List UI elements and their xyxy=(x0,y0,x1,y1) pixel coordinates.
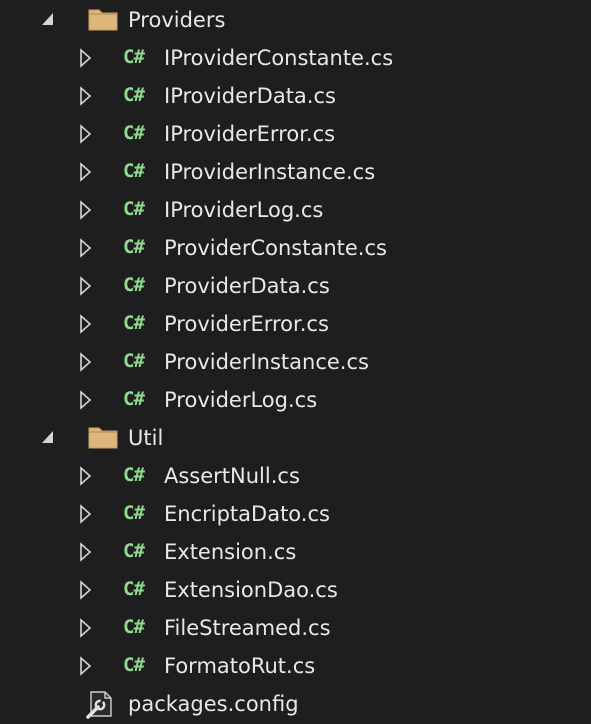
file-label: FileStreamed.cs xyxy=(164,616,331,640)
folder-providers[interactable]: Providers xyxy=(0,1,591,39)
file-label: AssertNull.cs xyxy=(164,464,300,488)
folder-label: Util xyxy=(128,426,164,450)
csharp-file-icon: C# xyxy=(123,122,145,144)
file-item[interactable]: C# Extension.cs xyxy=(0,533,591,571)
csharp-file-icon: C# xyxy=(123,198,145,220)
expanded-arrow-icon[interactable] xyxy=(41,428,55,448)
collapsed-arrow-icon[interactable] xyxy=(79,314,93,334)
file-label: Extension.cs xyxy=(164,540,297,564)
csharp-file-icon: C# xyxy=(123,578,145,600)
collapsed-arrow-icon[interactable] xyxy=(79,352,93,372)
csharp-file-icon: C# xyxy=(123,502,145,524)
file-label: IProviderError.cs xyxy=(164,122,336,146)
file-label: IProviderData.cs xyxy=(164,84,336,108)
file-label: ProviderConstante.cs xyxy=(164,236,387,260)
file-item[interactable]: C# ProviderLog.cs xyxy=(0,381,591,419)
csharp-file-icon: C# xyxy=(123,350,145,372)
file-label: EncriptaDato.cs xyxy=(164,502,330,526)
file-label: IProviderInstance.cs xyxy=(164,160,376,184)
file-item[interactable]: C# IProviderLog.cs xyxy=(0,191,591,229)
file-label: ProviderError.cs xyxy=(164,312,329,336)
file-item[interactable]: C# ProviderConstante.cs xyxy=(0,229,591,267)
config-wrench-icon xyxy=(85,690,117,720)
collapsed-arrow-icon[interactable] xyxy=(79,504,93,524)
file-item[interactable]: C# ProviderInstance.cs xyxy=(0,343,591,381)
collapsed-arrow-icon[interactable] xyxy=(79,48,93,68)
csharp-file-icon: C# xyxy=(123,312,145,334)
collapsed-arrow-icon[interactable] xyxy=(79,276,93,296)
file-label: packages.config xyxy=(128,692,299,716)
file-item[interactable]: C# EncriptaDato.cs xyxy=(0,495,591,533)
collapsed-arrow-icon[interactable] xyxy=(79,124,93,144)
csharp-file-icon: C# xyxy=(123,616,145,638)
collapsed-arrow-icon[interactable] xyxy=(79,200,93,220)
file-item[interactable]: C# ExtensionDao.cs xyxy=(0,571,591,609)
file-item[interactable]: C# AssertNull.cs xyxy=(0,457,591,495)
file-item[interactable]: C# FormatoRut.cs xyxy=(0,647,591,685)
collapsed-arrow-icon[interactable] xyxy=(79,542,93,562)
collapsed-arrow-icon[interactable] xyxy=(79,656,93,676)
file-item[interactable]: C# IProviderInstance.cs xyxy=(0,153,591,191)
folder-util[interactable]: Util xyxy=(0,419,591,457)
csharp-file-icon: C# xyxy=(123,236,145,258)
collapsed-arrow-icon[interactable] xyxy=(79,238,93,258)
file-item[interactable]: C# ProviderError.cs xyxy=(0,305,591,343)
file-item[interactable]: C# ProviderData.cs xyxy=(0,267,591,305)
file-item[interactable]: C# FileStreamed.cs xyxy=(0,609,591,647)
file-label: ProviderData.cs xyxy=(164,274,330,298)
solution-explorer-tree: Providers C# IProviderConstante.cs C# IP… xyxy=(0,0,591,724)
csharp-file-icon: C# xyxy=(123,84,145,106)
collapsed-arrow-icon[interactable] xyxy=(79,162,93,182)
csharp-file-icon: C# xyxy=(123,388,145,410)
file-label: IProviderLog.cs xyxy=(164,198,324,222)
csharp-file-icon: C# xyxy=(123,46,145,68)
file-label: ExtensionDao.cs xyxy=(164,578,338,602)
folder-icon xyxy=(88,425,118,449)
folder-label: Providers xyxy=(128,8,226,32)
file-label: FormatoRut.cs xyxy=(164,654,316,678)
file-label: IProviderConstante.cs xyxy=(164,46,394,70)
expanded-arrow-icon[interactable] xyxy=(41,10,55,30)
csharp-file-icon: C# xyxy=(123,160,145,182)
csharp-file-icon: C# xyxy=(123,654,145,676)
file-item[interactable]: C# IProviderData.cs xyxy=(0,77,591,115)
collapsed-arrow-icon[interactable] xyxy=(79,466,93,486)
collapsed-arrow-icon[interactable] xyxy=(79,86,93,106)
file-item[interactable]: C# IProviderConstante.cs xyxy=(0,39,591,77)
csharp-file-icon: C# xyxy=(123,274,145,296)
folder-icon xyxy=(88,7,118,31)
collapsed-arrow-icon[interactable] xyxy=(79,580,93,600)
file-packages-config[interactable]: packages.config xyxy=(0,685,591,723)
collapsed-arrow-icon[interactable] xyxy=(79,390,93,410)
file-label: ProviderLog.cs xyxy=(164,388,318,412)
csharp-file-icon: C# xyxy=(123,464,145,486)
file-item[interactable]: C# IProviderError.cs xyxy=(0,115,591,153)
csharp-file-icon: C# xyxy=(123,540,145,562)
collapsed-arrow-icon[interactable] xyxy=(79,618,93,638)
file-label: ProviderInstance.cs xyxy=(164,350,369,374)
